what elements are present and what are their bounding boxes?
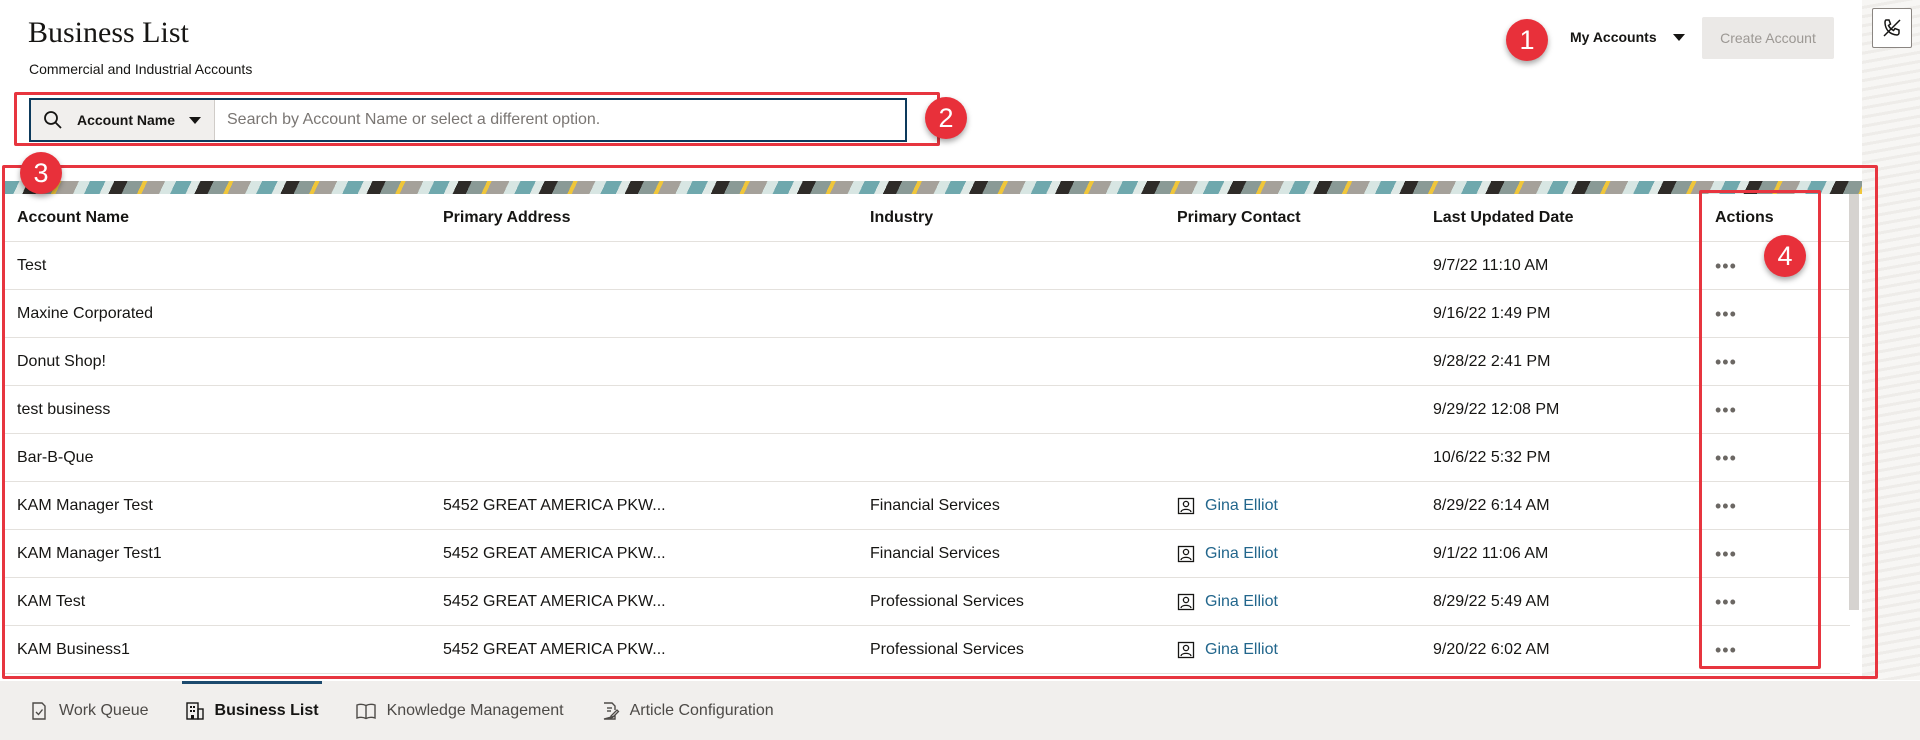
page-title: Business List [28, 16, 189, 49]
callout-2: 2 [925, 97, 967, 139]
chevron-down-icon [1672, 33, 1685, 41]
nav-item-article-configuration[interactable]: Article Configuration [597, 681, 777, 740]
business-list-page: Business List Commercial and Industrial … [0, 0, 1920, 740]
phone-off-icon [1883, 19, 1901, 37]
nav-label: Business List [214, 701, 319, 719]
callout-3: 3 [20, 152, 62, 194]
callout-4: 4 [1764, 235, 1806, 277]
highlight-table [2, 165, 1878, 679]
building-icon [185, 701, 204, 720]
my-accounts-dropdown[interactable]: My Accounts [1570, 29, 1685, 45]
nav-item-work-queue[interactable]: Work Queue [26, 681, 152, 740]
nav-label: Knowledge Management [386, 701, 564, 719]
work-queue-icon [32, 701, 46, 720]
create-account-button[interactable]: Create Account [1702, 17, 1834, 59]
nav-item-knowledge-management[interactable]: Knowledge Management [352, 681, 567, 740]
article-config-icon [603, 701, 619, 720]
my-accounts-label: My Accounts [1570, 29, 1657, 45]
bottom-navigation: Work Queue Business List Knowledge Manag… [0, 681, 1920, 740]
callout-1: 1 [1506, 19, 1548, 61]
nav-label: Work Queue [59, 701, 149, 719]
highlight-search-bar [14, 92, 940, 146]
page-subtitle: Commercial and Industrial Accounts [29, 61, 253, 77]
book-icon [355, 703, 376, 719]
phone-off-button[interactable] [1872, 8, 1912, 48]
nav-item-business-list[interactable]: Business List [181, 681, 322, 740]
nav-label: Article Configuration [629, 701, 774, 719]
